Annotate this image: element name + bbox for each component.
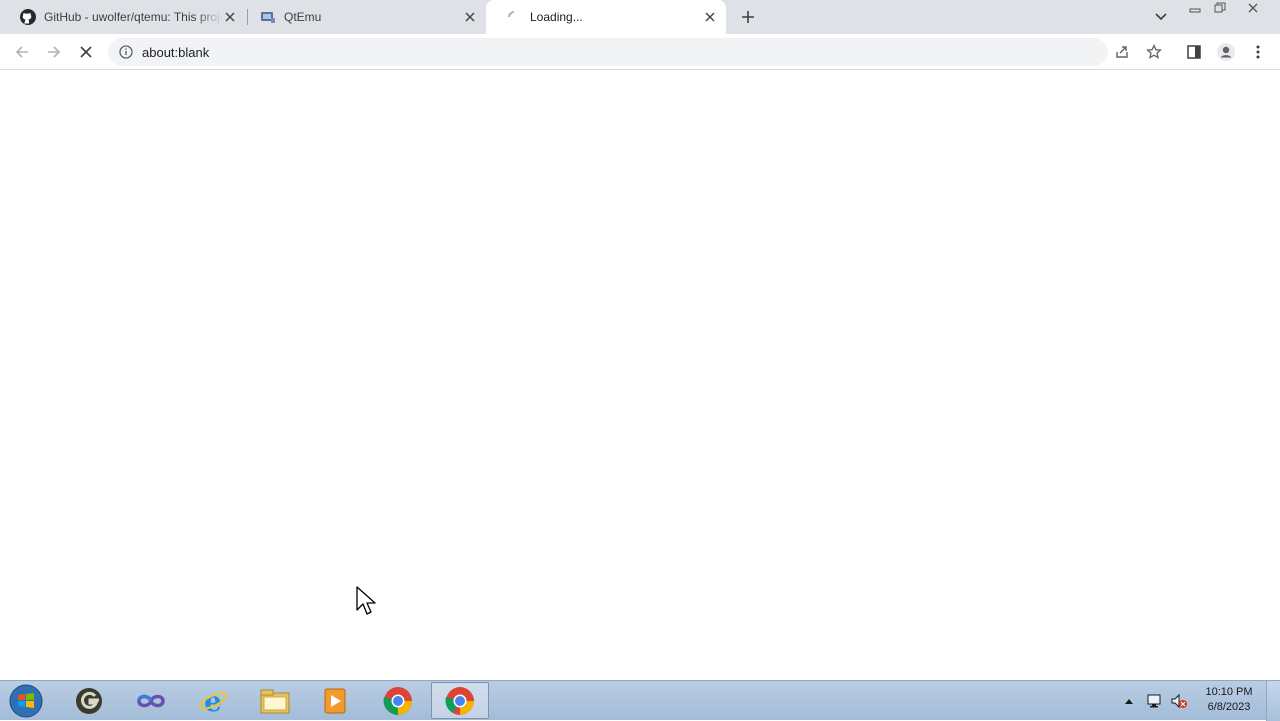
start-button[interactable] bbox=[6, 683, 46, 719]
close-window-button[interactable] bbox=[1242, 0, 1264, 16]
svg-text:e: e bbox=[204, 686, 222, 716]
volume-muted-icon[interactable] bbox=[1170, 681, 1188, 721]
file-explorer-icon bbox=[260, 689, 290, 713]
clock-time: 10:10 PM bbox=[1205, 686, 1253, 698]
info-icon[interactable] bbox=[118, 44, 134, 60]
minimize-icon bbox=[1189, 8, 1201, 13]
menu-icon bbox=[1256, 45, 1260, 59]
tab-search-button[interactable] bbox=[1150, 6, 1172, 28]
stop-button[interactable] bbox=[72, 38, 100, 66]
taskbar-clock[interactable]: 10:10 PM 6/8/2023 bbox=[1196, 685, 1262, 715]
bookmark-button[interactable] bbox=[1140, 38, 1168, 66]
tab-title: QtEmu bbox=[284, 10, 322, 24]
forward-button[interactable] bbox=[40, 38, 68, 66]
taskbar-app-internet-explorer[interactable]: e bbox=[184, 682, 242, 719]
clock-date: 6/8/2023 bbox=[1207, 701, 1251, 713]
mouse-cursor-icon bbox=[356, 586, 378, 621]
tab-github[interactable]: GitHub - uwolfer/qtemu: This project bbox=[0, 0, 246, 34]
taskbar-app-media-player[interactable] bbox=[306, 682, 364, 719]
browser-toolbar: about:blank bbox=[0, 34, 1280, 70]
restore-icon bbox=[1214, 2, 1226, 13]
qtemu-icon bbox=[260, 9, 276, 25]
tab-loading[interactable]: Loading... bbox=[486, 0, 726, 34]
tab-strip: GitHub - uwolfer/qtemu: This project QtE… bbox=[0, 0, 1280, 34]
chrome-icon bbox=[383, 686, 412, 715]
address-bar[interactable]: about:blank bbox=[108, 38, 1108, 66]
minimize-button[interactable] bbox=[1184, 0, 1206, 16]
gimp-icon bbox=[76, 687, 102, 714]
restore-button[interactable] bbox=[1209, 0, 1231, 16]
chevron-up-icon bbox=[1125, 699, 1133, 704]
tray-expand-button[interactable] bbox=[1124, 681, 1134, 721]
tab-qtemu[interactable]: QtEmu bbox=[240, 0, 486, 34]
menu-button[interactable] bbox=[1244, 38, 1272, 66]
show-desktop-button[interactable] bbox=[1266, 681, 1280, 721]
side-panel-icon bbox=[1187, 45, 1201, 59]
taskbar-app-chrome[interactable] bbox=[369, 682, 427, 719]
media-player-icon bbox=[324, 688, 346, 713]
stop-icon bbox=[80, 46, 92, 58]
back-icon bbox=[15, 46, 28, 58]
share-icon bbox=[1116, 46, 1128, 58]
close-icon[interactable] bbox=[222, 9, 238, 25]
profile-icon bbox=[1217, 43, 1235, 61]
share-button[interactable] bbox=[1108, 38, 1136, 66]
windows-start-icon bbox=[9, 684, 43, 718]
taskbar-app-chrome-active[interactable] bbox=[431, 682, 489, 719]
profile-button[interactable] bbox=[1212, 38, 1240, 66]
page-content bbox=[0, 70, 1280, 680]
taskbar: e 10:10 PM 6/8/2023 bbox=[0, 680, 1280, 721]
taskbar-app-visual-studio[interactable] bbox=[122, 682, 180, 719]
tab-title: GitHub - uwolfer/qtemu: This project bbox=[44, 10, 222, 24]
chrome-icon bbox=[445, 686, 474, 715]
close-icon[interactable] bbox=[462, 9, 478, 25]
internet-explorer-icon: e bbox=[199, 686, 227, 716]
visual-studio-icon bbox=[137, 694, 165, 707]
taskbar-app-file-explorer[interactable] bbox=[246, 682, 304, 719]
close-icon[interactable] bbox=[702, 9, 718, 25]
chevron-down-icon bbox=[1155, 13, 1167, 21]
back-button[interactable] bbox=[8, 38, 36, 66]
network-icon[interactable] bbox=[1146, 681, 1164, 721]
plus-icon bbox=[742, 11, 754, 23]
url-text[interactable]: about:blank bbox=[142, 45, 209, 60]
side-panel-button[interactable] bbox=[1180, 38, 1208, 66]
github-icon bbox=[20, 9, 36, 25]
forward-icon bbox=[48, 46, 61, 58]
new-tab-button[interactable] bbox=[736, 5, 760, 29]
loading-spinner-icon bbox=[506, 9, 522, 25]
taskbar-app-gimp[interactable] bbox=[60, 682, 118, 719]
close-icon bbox=[1248, 3, 1258, 13]
star-icon bbox=[1146, 44, 1162, 59]
tab-title: Loading... bbox=[530, 10, 583, 24]
